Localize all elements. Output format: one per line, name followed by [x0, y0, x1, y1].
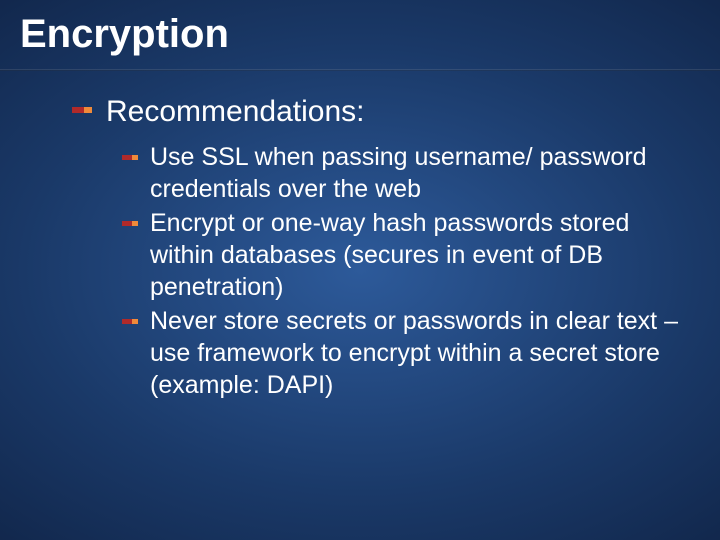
section-heading-row: Recommendations: — [72, 93, 680, 131]
recommendation-list: Use SSL when passing username/ password … — [72, 141, 680, 401]
section-heading: Recommendations: — [106, 93, 364, 131]
bullet-icon — [122, 314, 138, 332]
list-item: Use SSL when passing username/ password … — [122, 141, 680, 205]
slide: Encryption Recommendations: Use — [0, 0, 720, 540]
bullet-icon — [122, 216, 138, 234]
list-item-text: Encrypt or one-way hash passwords stored… — [150, 207, 680, 303]
list-item: Encrypt or one-way hash passwords stored… — [122, 207, 680, 303]
slide-title: Encryption — [20, 12, 720, 57]
list-item-text: Never store secrets or passwords in clea… — [150, 305, 680, 401]
bullet-icon — [72, 103, 92, 122]
bullet-icon — [122, 150, 138, 168]
title-area: Encryption — [0, 0, 720, 61]
list-item: Never store secrets or passwords in clea… — [122, 305, 680, 401]
list-item-text: Use SSL when passing username/ password … — [150, 141, 680, 205]
slide-body: Recommendations: Use SSL when passing us… — [0, 71, 720, 401]
